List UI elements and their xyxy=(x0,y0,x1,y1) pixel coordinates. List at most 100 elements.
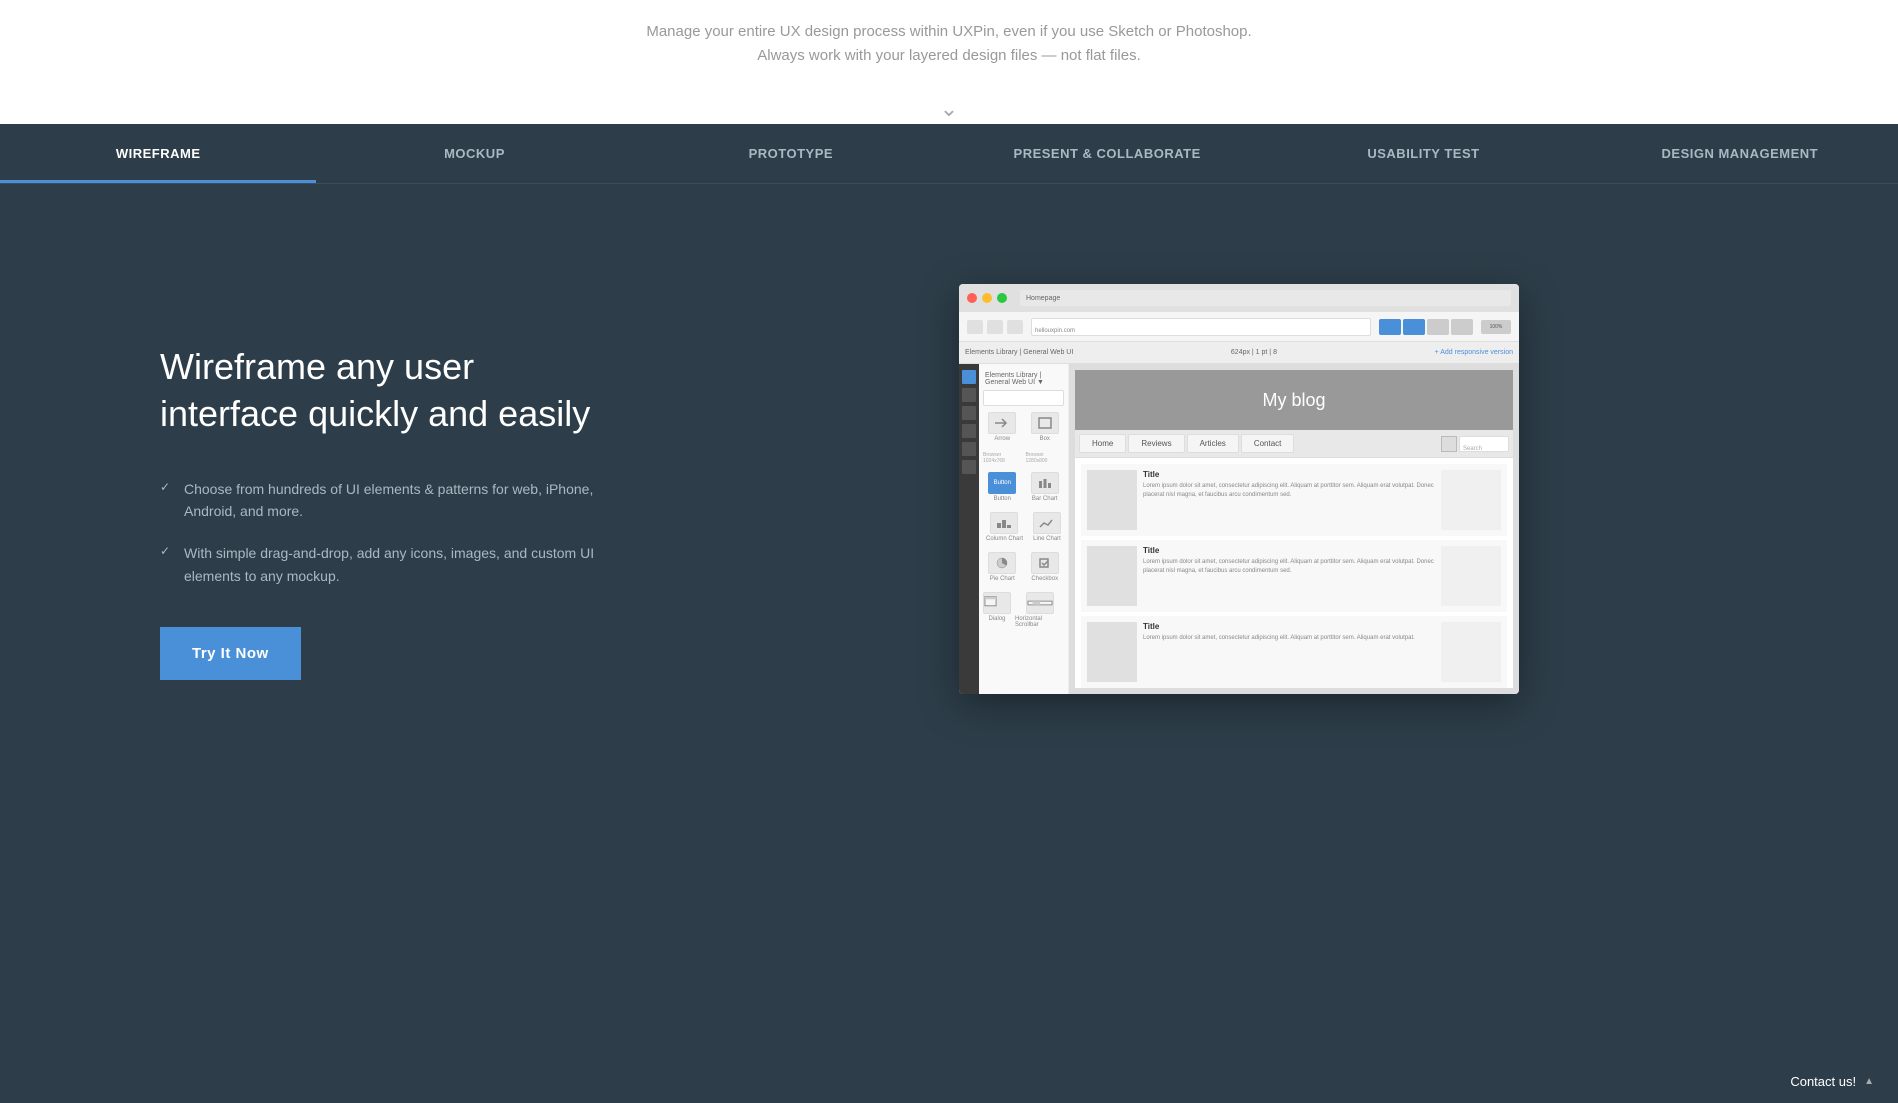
content-body-1: Lorem ipsum dolor sit amet, consectetur … xyxy=(1143,482,1435,500)
top-line2: Always work with your layered design fil… xyxy=(757,44,1141,68)
pie-chart-label: Pie Chart xyxy=(990,576,1015,582)
feature-item-2: With simple drag-and-drop, add any icons… xyxy=(160,542,620,587)
sidebar-item-column-chart[interactable]: Column Chart xyxy=(986,512,1023,542)
dialog-label: Dialog xyxy=(988,616,1005,622)
sidebar-search[interactable] xyxy=(983,390,1064,406)
browser-canvas: My blog Home Reviews Articles Contact xyxy=(1069,364,1519,694)
sidebar-item-pie-chart[interactable]: Pie Chart xyxy=(988,552,1016,582)
browser-body: Elements Library | General Web UI ▼ Arro… xyxy=(959,364,1519,694)
sidebar-item-checkbox[interactable]: Checkbox xyxy=(1031,552,1059,582)
content-img-3 xyxy=(1087,622,1137,682)
column-chart-label: Column Chart xyxy=(986,536,1023,542)
toolbar-action-2[interactable] xyxy=(1403,319,1425,335)
horiz-scrollbar-label: Horizontal Scrollbar xyxy=(1015,616,1064,628)
box-label: Box xyxy=(1040,436,1050,442)
chevron-down-icon: ⌄ xyxy=(940,96,958,124)
content-block-1: Title Lorem ipsum dolor sit amet, consec… xyxy=(1081,464,1507,536)
line-chart-label: Line Chart xyxy=(1033,536,1061,542)
arrow-label: Arrow xyxy=(994,436,1010,442)
contact-button[interactable]: Contact us! ▲ xyxy=(1766,1060,1898,1103)
line-chart-shape xyxy=(1033,512,1061,534)
browser-maximize-dot xyxy=(997,293,1007,303)
checkbox-shape xyxy=(1031,552,1059,574)
main-content: Wireframe any user interface quickly and… xyxy=(0,184,1898,904)
page-search-box[interactable]: Search xyxy=(1459,436,1509,452)
try-it-now-button[interactable]: Try It Now xyxy=(160,627,301,680)
sidebar-row-1: Arrow Box xyxy=(983,412,1064,442)
page-content: Title Lorem ipsum dolor sit amet, consec… xyxy=(1075,458,1513,688)
sidebar-row-4: Pie Chart Checkbox xyxy=(983,552,1064,582)
dialog-shape xyxy=(983,592,1011,614)
browser-mockup: Homepage hellouxpin.com xyxy=(959,284,1519,694)
tab-design-management[interactable]: DESIGN MANAGEMENT xyxy=(1582,124,1898,183)
sidebar-item-button[interactable]: Button Button xyxy=(988,472,1016,502)
left-tool-cursor[interactable] xyxy=(962,370,976,384)
bar-chart-label: Bar Chart xyxy=(1032,496,1058,502)
left-tool-4[interactable] xyxy=(962,424,976,438)
content-text-3: Title Lorem ipsum dolor sit amet, consec… xyxy=(1143,622,1435,682)
content-sidebar-3 xyxy=(1441,622,1501,682)
browser-close-dot xyxy=(967,293,977,303)
column-chart-shape xyxy=(990,512,1018,534)
left-toolbar xyxy=(959,364,979,694)
sidebar-row-3: Column Chart Line Chart xyxy=(983,512,1064,542)
browser-toolbar: hellouxpin.com 100% xyxy=(959,312,1519,342)
sidebar-item-arrow[interactable]: Arrow xyxy=(988,412,1016,442)
resize-handle xyxy=(1441,436,1457,452)
content-body-2: Lorem ipsum dolor sit amet, consectetur … xyxy=(1143,558,1435,576)
top-line1: Manage your entire UX design process wit… xyxy=(646,20,1251,44)
page-nav-reviews[interactable]: Reviews xyxy=(1128,434,1184,453)
checkbox-label: Checkbox xyxy=(1031,576,1058,582)
main-heading: Wireframe any user interface quickly and… xyxy=(160,344,620,438)
browser-chrome-bar: Homepage xyxy=(959,284,1519,312)
sidebar-row-5: Dialog Horizontal Scro xyxy=(983,592,1064,628)
nav-tabs: WIREFRAME MOCKUP PROTOTYPE PRESENT & COL… xyxy=(0,124,1898,184)
tab-usability-test[interactable]: USABILITY TEST xyxy=(1265,124,1581,183)
left-tool-2[interactable] xyxy=(962,388,976,402)
page-nav-articles[interactable]: Articles xyxy=(1187,434,1239,453)
tab-prototype[interactable]: PROTOTYPE xyxy=(633,124,949,183)
text-section: Wireframe any user interface quickly and… xyxy=(160,264,620,680)
sidebar-item-line-chart[interactable]: Line Chart xyxy=(1033,512,1061,542)
left-tool-5[interactable] xyxy=(962,442,976,456)
feature-list: Choose from hundreds of UI elements & pa… xyxy=(160,478,620,588)
feature-item-1: Choose from hundreds of UI elements & pa… xyxy=(160,478,620,523)
content-title-3: Title xyxy=(1143,622,1435,631)
toolbar-action-3[interactable] xyxy=(1427,319,1449,335)
elements-library-sidebar: Elements Library | General Web UI ▼ Arro… xyxy=(979,364,1069,694)
content-block-2: Title Lorem ipsum dolor sit amet, consec… xyxy=(1081,540,1507,612)
button-icon-shape: Button xyxy=(988,472,1016,494)
toolbar-nav-forward[interactable] xyxy=(987,320,1003,334)
page-nav-bar: Home Reviews Articles Contact Search xyxy=(1075,430,1513,458)
top-bar: Manage your entire UX design process wit… xyxy=(0,0,1898,88)
content-sidebar-2 xyxy=(1441,546,1501,606)
toolbar-action-4[interactable] xyxy=(1451,319,1473,335)
screenshot-section: Homepage hellouxpin.com xyxy=(620,264,1898,694)
browser-subtoolbar: Elements Library | General Web UI 624px … xyxy=(959,342,1519,364)
content-img-2 xyxy=(1087,546,1137,606)
content-img-1 xyxy=(1087,470,1137,530)
sidebar-item-bar-chart[interactable]: Bar Chart xyxy=(1031,472,1059,502)
sidebar-icons: Arrow Box xyxy=(983,412,1064,632)
left-tool-6[interactable] xyxy=(962,460,976,474)
toolbar-refresh[interactable] xyxy=(1007,320,1023,334)
tab-wireframe[interactable]: WIREFRAME xyxy=(0,124,316,183)
content-text-1: Title Lorem ipsum dolor sit amet, consec… xyxy=(1143,470,1435,530)
toolbar-address-bar[interactable]: hellouxpin.com xyxy=(1031,318,1371,336)
sidebar-item-dialog[interactable]: Dialog xyxy=(983,592,1011,628)
tab-mockup[interactable]: MOCKUP xyxy=(316,124,632,183)
toolbar-nav-back[interactable] xyxy=(967,320,983,334)
left-tool-3[interactable] xyxy=(962,406,976,420)
page-nav-home[interactable]: Home xyxy=(1079,434,1126,453)
page-banner-title: My blog xyxy=(1262,390,1325,411)
tab-present-collaborate[interactable]: PRESENT & COLLABORATE xyxy=(949,124,1265,183)
toolbar-action-1[interactable] xyxy=(1379,319,1401,335)
sidebar-item-box[interactable]: Box xyxy=(1031,412,1059,442)
sidebar-label: Elements Library | General Web UI ▼ xyxy=(983,372,1064,386)
sidebar-item-horiz-scrollbar[interactable]: Horizontal Scrollbar xyxy=(1015,592,1064,628)
content-block-3: Title Lorem ipsum dolor sit amet, consec… xyxy=(1081,616,1507,688)
page-nav-contact[interactable]: Contact xyxy=(1241,434,1295,453)
scroll-chevron[interactable]: ⌄ xyxy=(0,88,1898,124)
horiz-scrollbar-shape xyxy=(1026,592,1054,614)
browser-minimize-dot xyxy=(982,293,992,303)
